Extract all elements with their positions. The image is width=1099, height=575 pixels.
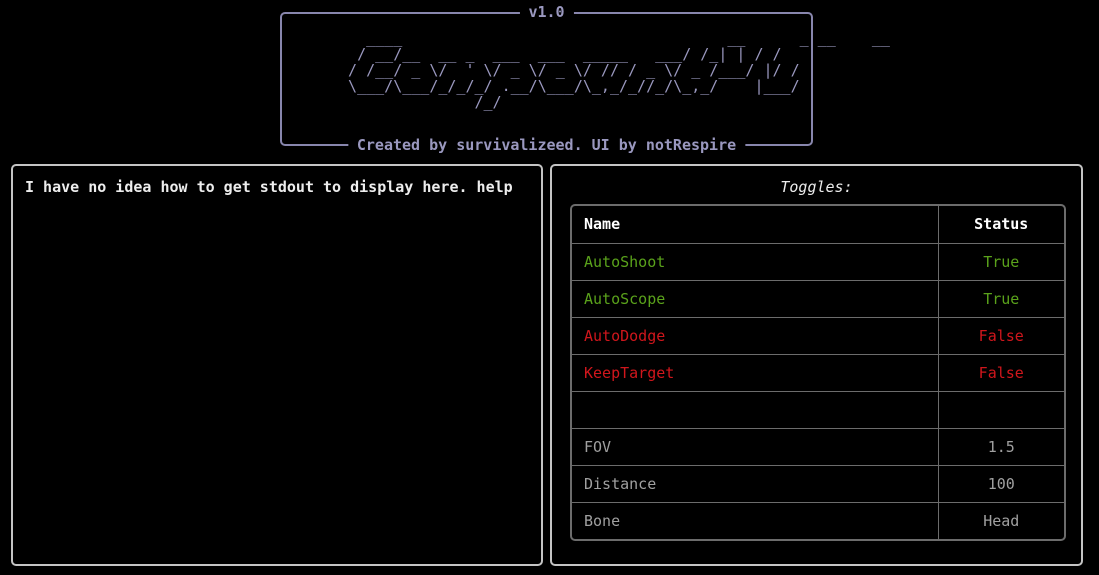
toggle-status: False [937,354,1064,392]
log-text: I have no idea how to get stdout to disp… [25,178,513,196]
toggles-table: Name Status AutoShoot True AutoScope Tru… [570,204,1066,541]
table-row: FOV 1.5 [572,428,1064,466]
version-label: v1.0 [519,3,574,21]
setting-value: 100 [937,465,1064,503]
toggle-status: True [937,280,1064,318]
toggles-title: Toggles: [780,178,853,196]
toggle-status: False [937,317,1064,355]
ascii-logo: ____ __ _ __ __ / __/__ __ _ ___ ___ ___… [348,29,890,111]
table-row: KeepTarget False [572,354,1064,392]
toggle-name: KeepTarget [572,354,938,392]
toggle-name: AutoDodge [572,317,938,355]
table-row: Bone Head [572,502,1064,539]
table-row: AutoDodge False [572,317,1064,355]
output-log-panel: I have no idea how to get stdout to disp… [11,164,543,566]
toggle-status: True [937,243,1064,281]
toggle-status [937,391,1064,429]
table-row: AutoScope True [572,280,1064,318]
credits-label: Created by survivalizeed. UI by notRespi… [347,136,746,154]
table-row: AutoShoot True [572,243,1064,281]
setting-name: Bone [584,511,621,530]
table-row [572,391,1064,429]
setting-value: 1.5 [937,428,1064,466]
table-row: Distance 100 [572,465,1064,503]
setting-value: Head [937,502,1064,539]
toggle-name [572,391,938,429]
toggles-panel: Toggles: Name Status AutoShoot True Auto… [550,164,1083,566]
table-header-row: Name Status [572,206,1064,244]
setting-name: FOV [572,428,938,466]
toggle-name: AutoScope [572,280,938,318]
setting-name: Distance [572,465,938,503]
toggle-name: AutoShoot [572,243,938,281]
status-column-header: Status [937,206,1064,244]
name-column-header: Name [572,206,938,244]
header-banner: v1.0 ____ __ _ __ __ / __/__ __ _ ___ __… [280,3,890,154]
